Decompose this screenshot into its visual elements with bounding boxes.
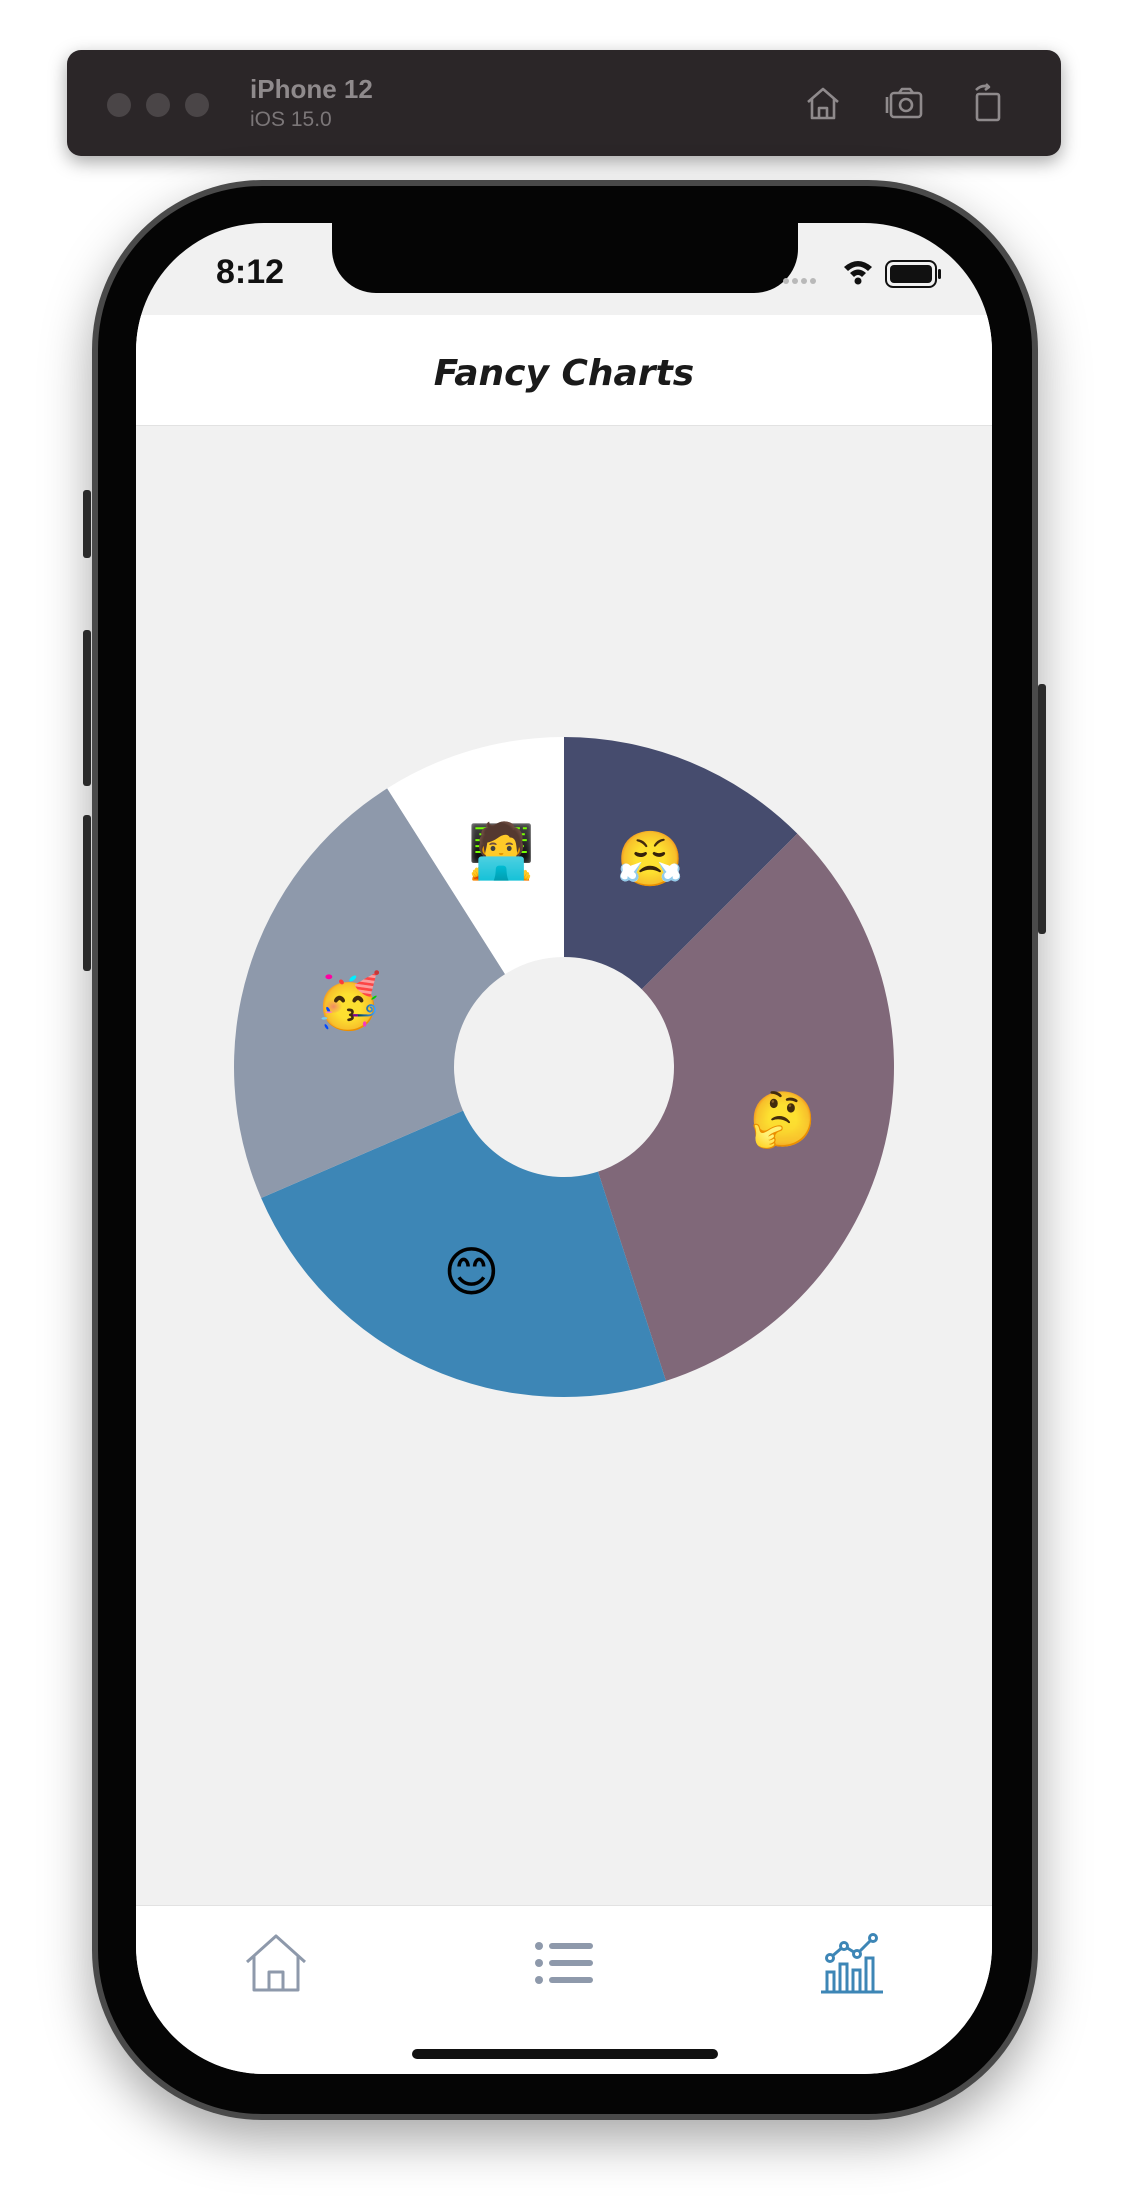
tab-home[interactable] [241, 1928, 311, 1998]
phone-screen: 8:12 Fancy Charts 😤 🤔 😊 🥳 🧑‍💻 [136, 223, 992, 2074]
home-indicator [412, 2049, 718, 2059]
status-icons [782, 253, 952, 297]
slice-label: 😤 [616, 828, 683, 891]
slice-label: 😊 [443, 1241, 499, 1304]
rotate-icon[interactable] [964, 80, 1010, 126]
tab-list[interactable] [529, 1928, 599, 1998]
battery-icon [885, 260, 941, 288]
tab-chart[interactable] [817, 1928, 887, 1998]
slice-label: 🧑‍💻 [468, 818, 535, 882]
volume-down-button [83, 815, 91, 971]
home-icon[interactable] [800, 80, 846, 126]
window-zoom-button[interactable] [185, 93, 209, 117]
home-icon [245, 1934, 307, 1992]
window-close-button[interactable] [107, 93, 131, 117]
slice-label: 🥳 [315, 968, 382, 1032]
slice-label: 🤔 [749, 1088, 816, 1151]
mute-switch [83, 490, 91, 558]
cellular-dots-icon [783, 278, 816, 284]
notch [332, 223, 798, 293]
screenshot-icon[interactable] [882, 80, 928, 126]
window-minimize-button[interactable] [146, 93, 170, 117]
navigation-header: Fancy Charts [136, 315, 992, 426]
device-name: iPhone 12 [250, 74, 373, 104]
power-button [1038, 684, 1046, 934]
list-icon [535, 1942, 593, 1984]
donut-chart: 😤 🤔 😊 🥳 🧑‍💻 [136, 425, 992, 1905]
donut-chart-svg: 😤 🤔 😊 🥳 🧑‍💻 [234, 737, 894, 1397]
page-title: Fancy Charts [433, 353, 695, 394]
os-version: iOS 15.0 [250, 108, 332, 131]
status-time: 8:12 [216, 253, 285, 291]
volume-up-button [83, 630, 91, 786]
wifi-icon [844, 261, 872, 285]
chart-icon [821, 1933, 883, 1994]
simulator-toolbar: iPhone 12 iOS 15.0 [67, 50, 1061, 156]
